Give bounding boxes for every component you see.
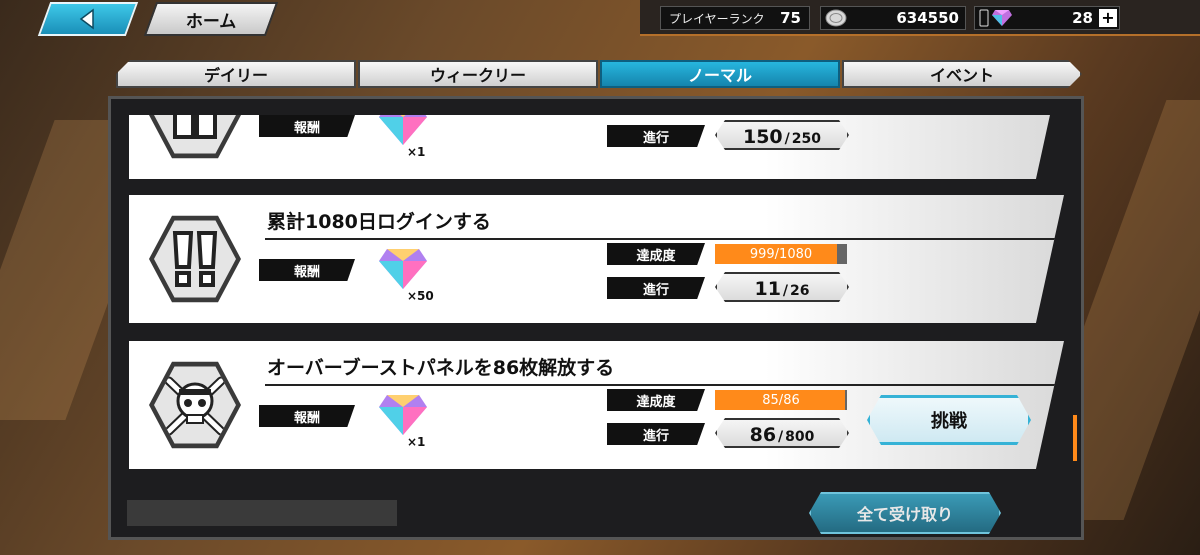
reward-count: ×1 [407, 145, 426, 159]
reward-count: ×50 [407, 289, 434, 303]
mission-title: オーバーブーストパネルを86枚解放する [265, 353, 1055, 386]
achievement-text: 85/86 [762, 392, 800, 408]
player-rank-value: 75 [780, 9, 801, 27]
mission-tabs: デイリー ウィークリー ノーマル イベント [116, 60, 1082, 88]
back-arrow-icon [79, 8, 94, 30]
achievement-label: 達成度 [607, 389, 705, 411]
mission-card: 累計1080日ログインする 報酬 ×50 達成度 999/1080 進行 11/… [129, 195, 1064, 323]
progress-label: 進行 [607, 423, 705, 445]
gift-box-icon [173, 115, 217, 139]
player-rank-box: プレイヤーランク 75 [660, 6, 810, 30]
mission-card: オーバーブーストパネルを86枚解放する 報酬 ×1 達成度 85/86 進行 8… [129, 341, 1064, 469]
gem-value: 28 [1072, 9, 1093, 27]
tab-event[interactable]: イベント [842, 60, 1082, 88]
progress-counter: 11/26 [715, 272, 849, 302]
coin-icon [825, 9, 847, 27]
gem-reward-icon [379, 115, 427, 145]
bottom-strip [127, 500, 397, 526]
gem-reward-icon [379, 249, 427, 289]
progress-counter: 150/250 [715, 120, 849, 150]
achievement-bar: 85/86 [715, 390, 847, 410]
player-rank-label: プレイヤーランク [669, 11, 765, 26]
exclamation-icon [172, 231, 218, 287]
reward-label: 報酬 [259, 405, 355, 427]
tab-daily[interactable]: デイリー [116, 60, 356, 88]
coin-value: 634550 [896, 9, 959, 27]
achievement-text: 999/1080 [749, 246, 813, 262]
coin-box: 634550 [820, 6, 966, 30]
back-button[interactable] [37, 2, 139, 36]
achievement-bar: 999/1080 [715, 244, 847, 264]
mission-title: 累計1080日ログインする [265, 207, 1055, 240]
mission-panel: 報酬 ×1 進行 150/250 累計1080日ログインする 報酬 ×50 達成… [108, 96, 1084, 540]
add-gems-button[interactable]: + [1099, 9, 1117, 27]
reward-label: 報酬 [259, 115, 355, 137]
challenge-button[interactable]: 挑戦 [867, 395, 1031, 445]
mission-icon-frame [149, 115, 241, 159]
gem-icon [992, 10, 1012, 26]
progress-label: 進行 [607, 277, 705, 299]
mission-icon-frame [149, 215, 241, 303]
tab-normal[interactable]: ノーマル [600, 60, 840, 88]
gem-box: 28 + [974, 6, 1120, 30]
achievement-label: 達成度 [607, 243, 705, 265]
claim-all-button[interactable]: 全て受け取り [809, 492, 1001, 534]
reward-label: 報酬 [259, 259, 355, 281]
mission-list[interactable]: 報酬 ×1 進行 150/250 累計1080日ログインする 報酬 ×50 達成… [129, 115, 1069, 475]
mission-card: 報酬 ×1 進行 150/250 [129, 115, 1064, 179]
phone-icon [979, 9, 989, 27]
gem-reward-icon [379, 395, 427, 435]
home-button-label: ホーム [185, 11, 237, 32]
status-bar: プレイヤーランク 75 634550 28 + [640, 0, 1200, 36]
mission-icon-frame [149, 361, 241, 449]
scrollbar[interactable] [1073, 415, 1077, 461]
reward-count: ×1 [407, 435, 426, 449]
progress-label: 進行 [607, 125, 705, 147]
progress-counter: 86/800 [715, 418, 849, 448]
tab-weekly[interactable]: ウィークリー [358, 60, 598, 88]
skull-crossbones-icon [164, 376, 226, 436]
home-button[interactable]: ホーム [143, 2, 279, 36]
